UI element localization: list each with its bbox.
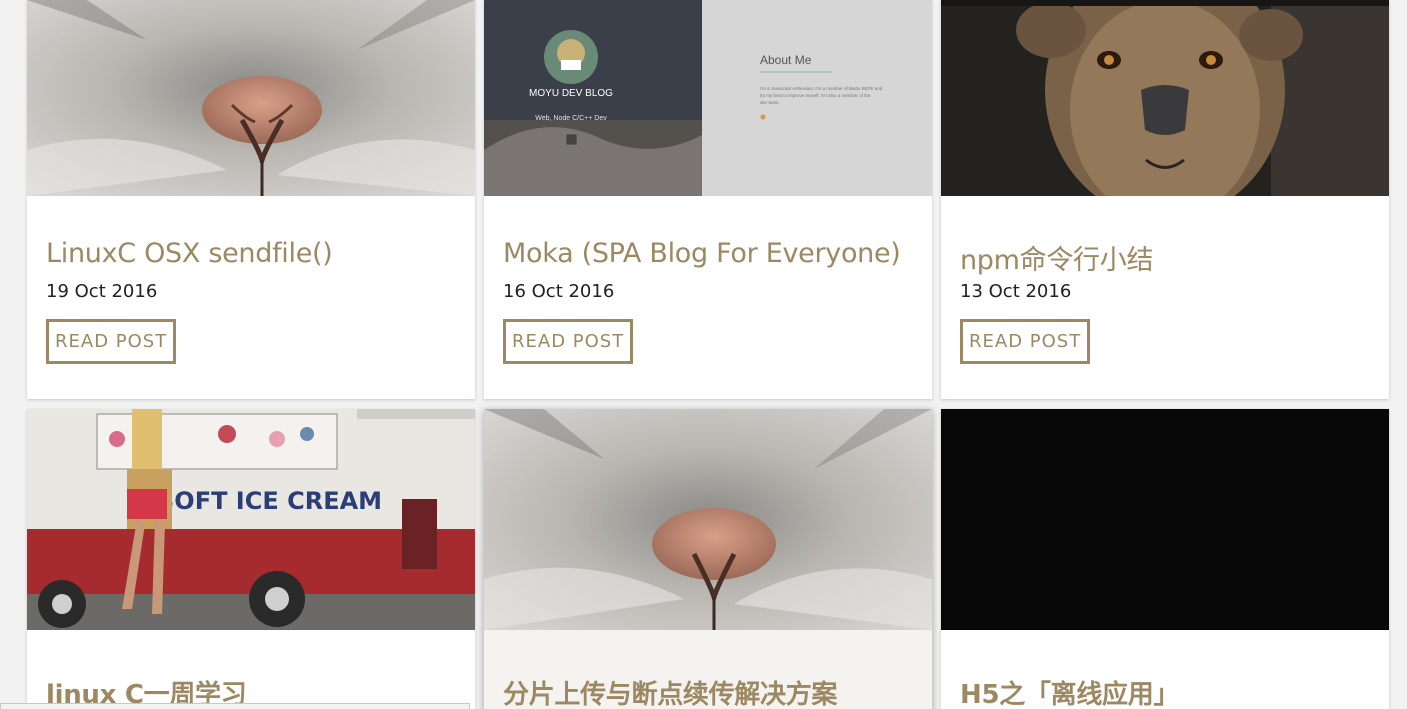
post-title[interactable]: 分片上传与断点续传解决方案 xyxy=(503,674,837,709)
post-thumbnail-cat-nose[interactable] xyxy=(484,409,932,630)
read-post-button[interactable]: READ POST xyxy=(503,319,634,364)
post-card[interactable]: 分片上传与断点续传解决方案 xyxy=(484,409,932,709)
post-thumbnail-ice-cream-truck[interactable]: SOFT ICE CREAM xyxy=(27,409,475,630)
post-date: 19 Oct 2016 xyxy=(46,281,158,302)
post-thumbnail-lioness[interactable] xyxy=(941,0,1389,196)
post-card[interactable]: LinuxC OSX sendfile() 19 Oct 2016 READ P… xyxy=(27,0,475,399)
moka-about-title: About Me xyxy=(760,53,812,67)
post-title[interactable]: Moka (SPA Blog For Everyone) xyxy=(503,238,901,269)
moka-blog-name: MOYU DEV BLOG xyxy=(529,88,613,99)
post-date: 16 Oct 2016 xyxy=(503,281,615,302)
browser-status-bar xyxy=(0,703,470,709)
moka-tagline: Web, Node C/C++ Dev xyxy=(535,115,607,122)
truck-sign: SOFT ICE CREAM xyxy=(157,487,382,515)
post-thumbnail-dark[interactable] xyxy=(941,409,1389,630)
post-card[interactable]: H5之「离线应用」 xyxy=(941,409,1389,709)
moka-about-text-3: dev team. xyxy=(760,100,780,105)
moka-about-text-1: I'm a Javascript enthusiast. I'm a membe… xyxy=(760,86,883,91)
read-post-button[interactable]: READ POST xyxy=(46,319,177,364)
post-grid: LinuxC OSX sendfile() 19 Oct 2016 READ P… xyxy=(0,0,1407,709)
post-thumbnail-cat-nose[interactable] xyxy=(27,0,475,196)
moka-about-text-2: try my best to improve myself. I'm also … xyxy=(760,93,871,98)
post-date: 13 Oct 2016 xyxy=(960,281,1072,302)
post-card[interactable]: SOFT ICE CREAM linux C一周学习 xyxy=(27,409,475,709)
post-thumbnail-moka-preview[interactable]: MOYU DEV BLOG Web, Node C/C++ Dev About … xyxy=(484,0,932,196)
post-title[interactable]: LinuxC OSX sendfile() xyxy=(46,238,333,269)
post-card[interactable]: npm命令行小结 13 Oct 2016 READ POST xyxy=(941,0,1389,399)
post-title[interactable]: H5之「离线应用」 xyxy=(960,674,1179,709)
post-title[interactable]: npm命令行小结 xyxy=(960,238,1153,277)
read-post-button[interactable]: READ POST xyxy=(960,319,1091,364)
post-card[interactable]: MOYU DEV BLOG Web, Node C/C++ Dev About … xyxy=(484,0,932,399)
